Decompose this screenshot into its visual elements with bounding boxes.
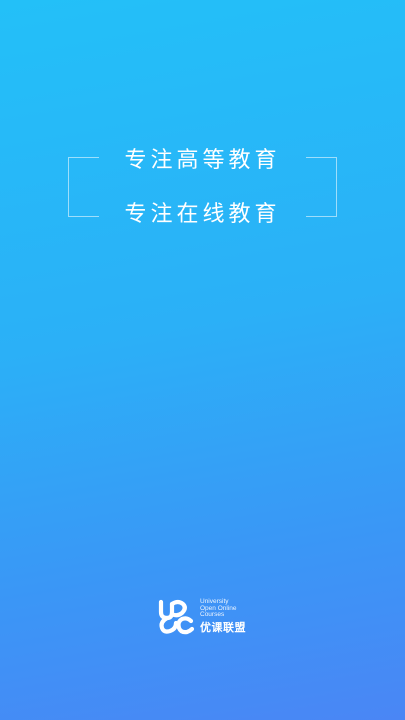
slogan-line-2: 专注在线教育 (124, 202, 281, 227)
slogan-line-1: 专注高等教育 (124, 148, 281, 173)
logo-en-line-3: Courses (200, 611, 225, 618)
uoc-logo-icon (158, 599, 195, 635)
app-logo: University Open Online Courses 优课联盟 (156, 598, 266, 638)
logo-chinese-name: 优课联盟 (200, 621, 246, 634)
logo-english-name: University Open Online Courses (200, 598, 237, 619)
splash-screen: 专注高等教育 专注在线教育 University Open Online Cou… (0, 0, 405, 720)
